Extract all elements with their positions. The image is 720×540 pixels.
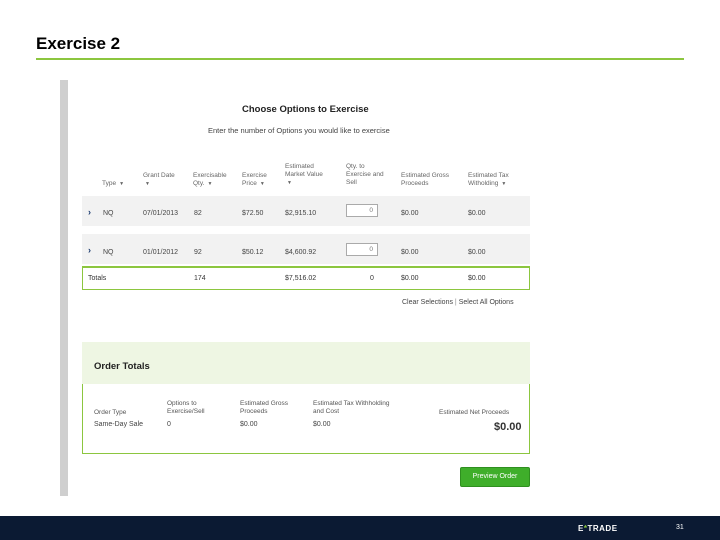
qty-to-exercise-input[interactable] [346,243,378,256]
sort-caret-icon: ▼ [287,180,292,186]
row-grant-date: 01/01/2012 [143,249,179,256]
row-market-value: $4,600.92 [285,249,317,256]
totals-tax: $0.00 [468,275,486,282]
order-col-gross: Estimated Gross Proceeds [240,400,289,415]
sort-caret-icon: ▼ [145,181,150,187]
col-header-exercisable-qty[interactable]: Exercisable Qty. ▼ [193,172,227,188]
order-gross-value: $0.00 [240,421,258,428]
col-header-market-value[interactable]: Estimated Market Value ▼ [285,163,323,187]
order-col-tax: Estimated Tax Withholding and Cost [313,400,390,415]
sort-caret-icon: ▼ [207,181,213,187]
totals-label: Totals [88,275,107,282]
row-tax-withholding: $0.00 [468,249,486,256]
left-scroll-bar [60,80,68,496]
expand-row-chevron-icon[interactable]: › [88,245,91,255]
order-net-value: $0.00 [494,421,522,433]
exercise-screenshot: Choose Options to Exercise Enter the num… [60,80,534,496]
order-col-options: Options to Exercise/Sell [167,400,205,415]
totals-gross: $0.00 [401,275,419,282]
row-exercisable-qty: 82 [194,210,202,217]
row-exercise-price: $50.12 [242,249,264,256]
row-type: NQ [103,210,114,217]
col-header-grant-date[interactable]: Grant Date ▼ [143,172,175,188]
title-divider [36,58,684,60]
order-totals-title: Order Totals [94,361,150,372]
sort-caret-icon: ▼ [501,181,507,187]
totals-exercise: 0 [370,275,374,282]
col-header-type[interactable]: Type ▼ [102,180,124,188]
slide-title: Exercise 2 [36,34,121,53]
row-type: NQ [103,249,114,256]
sort-caret-icon: ▼ [259,181,265,187]
preview-order-button[interactable]: Preview Order [460,467,530,487]
order-tax-value: $0.00 [313,421,331,428]
row-gross-proceeds: $0.00 [401,210,419,217]
expand-row-chevron-icon[interactable]: › [88,207,91,217]
col-header-gross-proceeds: Estimated Gross Proceeds [401,172,450,187]
order-options-value: 0 [167,421,171,428]
row-gross-proceeds: $0.00 [401,249,419,256]
page-number: 31 [676,524,684,531]
select-all-options-link[interactable]: Select All Options [459,299,514,306]
sort-caret-icon: ▼ [119,181,125,187]
panel-title: Choose Options to Exercise [242,104,369,115]
order-col-net: Estimated Net Proceeds [439,409,510,416]
qty-to-exercise-input[interactable] [346,204,378,217]
col-header-tax-withholding[interactable]: Estimated Tax Witholding ▼ [468,172,509,188]
clear-selections-link[interactable]: Clear Selections [402,299,453,306]
row-tax-withholding: $0.00 [468,210,486,217]
row-grant-date: 07/01/2013 [143,210,179,217]
row-market-value: $2,915.10 [285,210,317,217]
order-type-value: Same-Day Sale [94,421,144,428]
panel-instruction: Enter the number of Options you would li… [208,126,390,135]
selection-links: Clear Selections | Select All Options [402,299,514,306]
col-header-qty-to-exercise: Qty. to Exercise and Sell [346,163,384,186]
row-exercise-price: $72.50 [242,210,264,217]
row-exercisable-qty: 92 [194,249,202,256]
col-header-exercise-price[interactable]: Exercise Price ▼ [242,172,267,188]
totals-market-value: $7,516.02 [285,275,317,282]
link-separator: | [454,299,457,306]
order-col-type: Order Type [94,409,127,416]
etrade-logo: E*TRADE [578,524,618,533]
totals-qty: 174 [194,275,206,282]
